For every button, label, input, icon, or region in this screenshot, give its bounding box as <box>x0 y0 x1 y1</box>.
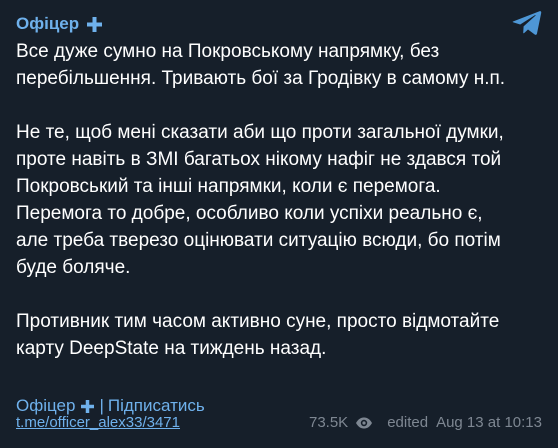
plus-icon <box>81 399 95 413</box>
message-paragraph: Противник тим часом активно суне, просто… <box>16 308 542 362</box>
message-line: Перемога то добре, особливо коли успіхи … <box>16 203 483 224</box>
message-line: проте навіть в ЗМІ багатьох нікому нафіг… <box>16 149 502 170</box>
message-line: перебільшення. Тривають бої за Гродівку … <box>16 68 506 89</box>
telegram-logo-icon[interactable] <box>512 10 542 36</box>
eye-icon <box>356 417 373 429</box>
message-paragraph: Не те, щоб мені сказати аби що проти заг… <box>16 119 542 281</box>
telegram-post-card: Офіцер Все дуже сумно на Покровському на… <box>0 0 558 448</box>
post-link[interactable]: t.me/officer_alex33/3471 <box>16 413 180 433</box>
message-line: Не те, щоб мені сказати аби що проти заг… <box>16 122 504 143</box>
message-paragraph: Все дуже сумно на Покровському напрямку,… <box>16 38 542 92</box>
plus-icon <box>87 16 103 32</box>
message-line: Все дуже сумно на Покровському напрямку,… <box>16 41 440 62</box>
message-text: Все дуже сумно на Покровському напрямку,… <box>16 38 542 362</box>
post-header: Офіцер <box>16 14 542 34</box>
post-date: Aug 13 at 10:13 <box>436 414 542 431</box>
message-line: карту DeepState на тиждень назад. <box>16 338 327 359</box>
message-line: але треба тверезо оцінювати ситуацію всю… <box>16 230 501 251</box>
message-line: Противник тим часом активно суне, просто… <box>16 311 500 332</box>
view-count: 73.5K <box>308 414 349 431</box>
message-line: Покровський та інші напрямки, коли є пер… <box>16 176 441 197</box>
channel-name[interactable]: Офіцер <box>16 14 79 34</box>
message-line: буде боляче. <box>16 257 131 278</box>
post-footer: t.me/officer_alex33/3471 73.5K edited Au… <box>16 413 542 433</box>
post-meta: 73.5K edited Aug 13 at 10:13 <box>309 413 542 433</box>
edited-label: edited <box>387 414 429 431</box>
